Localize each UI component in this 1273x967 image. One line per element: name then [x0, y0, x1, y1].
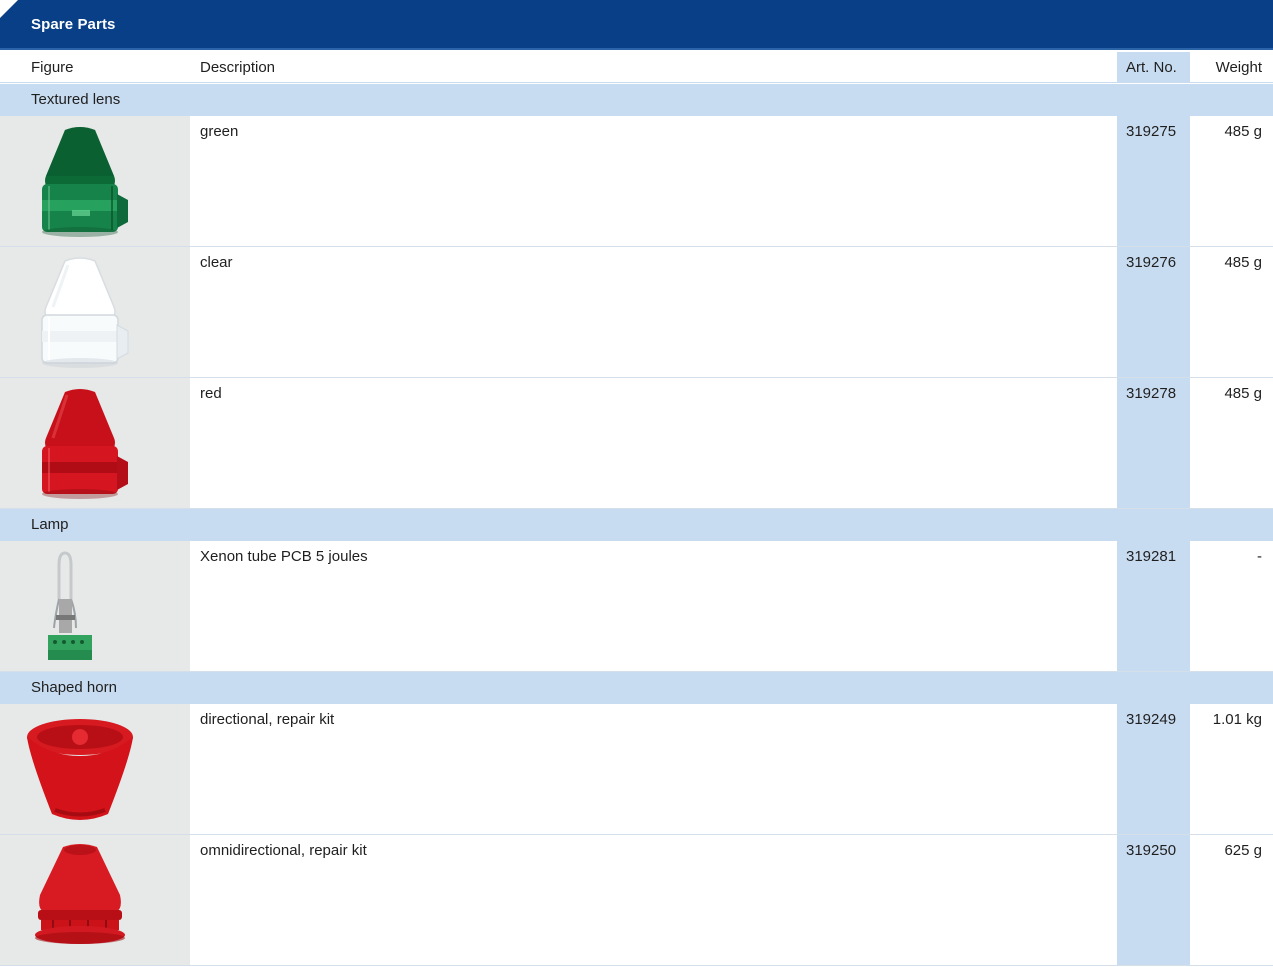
description-cell: clear [200, 254, 233, 271]
description-column-header: Description [200, 59, 276, 76]
art-no-cell: 319249 [1117, 704, 1190, 834]
figure-column-header: Figure [31, 59, 74, 76]
art-no-cell: 319281 [1117, 541, 1190, 671]
xenon-tube-icon [48, 551, 92, 660]
figure-cell [0, 378, 190, 508]
figure-cell [0, 116, 190, 246]
description-cell: green [200, 123, 239, 140]
description-cell: omnidirectional, repair kit [200, 842, 367, 859]
art-no-cell: 319278 [1117, 378, 1190, 508]
table-row-xenon-tube: Xenon tube PCB 5 joules 319281 - [0, 541, 1273, 672]
weight-cell: 485 g [1224, 254, 1262, 271]
weight-cell: - [1257, 548, 1262, 565]
weight-cell: 485 g [1224, 123, 1262, 140]
group-row-textured-lens: Textured lens [0, 84, 1273, 116]
spare-parts-title-bar: Spare Parts [0, 0, 1273, 50]
group-label: Lamp [31, 516, 69, 533]
directional-horn-icon [27, 719, 133, 820]
table-row-red-lens: red 319278 485 g [0, 378, 1273, 509]
weight-cell: 485 g [1224, 385, 1262, 402]
art-no-column-header: Art. No. [1117, 52, 1190, 82]
clear-lens-icon [41, 257, 129, 368]
description-cell: directional, repair kit [200, 711, 335, 728]
spare-parts-page: Spare Parts Figure Description Art. No. … [0, 0, 1273, 967]
group-row-shaped-horn: Shaped horn [0, 672, 1273, 704]
weight-cell: 625 g [1224, 842, 1262, 859]
figure-cell [0, 704, 190, 834]
spare-parts-title: Spare Parts [31, 16, 116, 33]
figure-cell [0, 541, 190, 671]
group-label: Shaped horn [31, 679, 117, 696]
description-cell: Xenon tube PCB 5 joules [200, 548, 368, 565]
red-lens-icon [42, 389, 128, 499]
weight-cell: 1.01 kg [1212, 711, 1262, 728]
art-no-cell: 319250 [1117, 835, 1190, 965]
group-label: Textured lens [31, 91, 121, 108]
table-row-omnidirectional-horn: omnidirectional, repair kit 319250 625 g [0, 835, 1273, 966]
table-row-directional-horn: directional, repair kit 319249 1.01 kg [0, 704, 1273, 835]
green-lens-icon [42, 127, 128, 237]
table-row-green-lens: green 319275 485 g [0, 116, 1273, 247]
art-no-cell: 319275 [1117, 116, 1190, 246]
table-row-clear-lens: clear 319276 485 g [0, 247, 1273, 378]
description-cell: red [200, 385, 222, 402]
figure-cell [0, 835, 190, 965]
group-row-lamp: Lamp [0, 509, 1273, 541]
art-no-cell: 319276 [1117, 247, 1190, 377]
figure-cell [0, 247, 190, 377]
table-header-row: Figure Description Art. No. Weight [0, 52, 1273, 83]
omnidirectional-horn-icon [35, 844, 125, 944]
weight-column-header: Weight [1215, 59, 1262, 76]
